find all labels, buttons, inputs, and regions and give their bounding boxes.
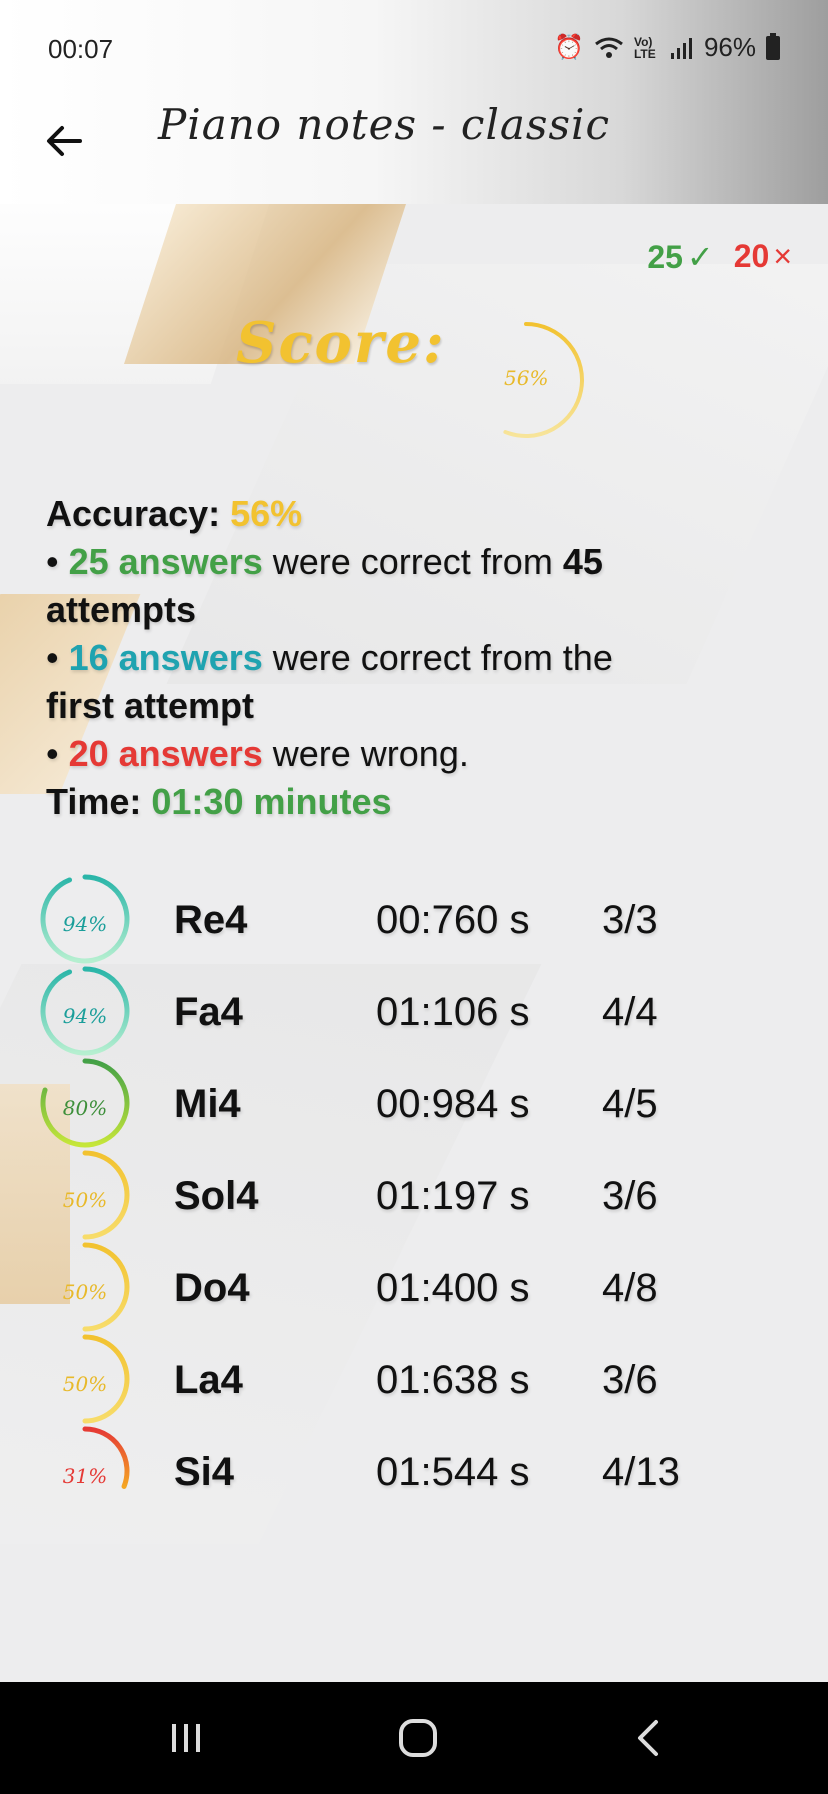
accuracy-line: Accuracy: 56%	[46, 493, 303, 534]
accuracy-value: 56%	[230, 493, 303, 534]
stats-summary: Accuracy: 56% • 25 answers were correct …	[46, 490, 786, 826]
time-line: Time: 01:30 minutes	[46, 781, 392, 822]
back-arrow-icon[interactable]	[40, 116, 90, 166]
notes-list: 94% Re4 00:760 s 3/3 94% Fa4 01:106 s 4/4 80% Mi4…	[40, 874, 800, 1518]
note-fraction: 3/3	[602, 898, 658, 942]
note-fraction: 4/4	[602, 990, 658, 1034]
score-label: Score:	[236, 310, 446, 376]
note-percent: 50%	[62, 1188, 108, 1212]
note-time: 00:760 s	[376, 898, 530, 942]
note-name: Do4	[174, 1266, 250, 1310]
note-time: 00:984 s	[376, 1082, 530, 1126]
note-name: Sol4	[174, 1174, 259, 1218]
note-time: 01:400 s	[376, 1266, 530, 1310]
network-label: Vo) LTE	[633, 34, 656, 61]
alarm-icon: ⏰	[554, 34, 584, 61]
system-nav-bar	[0, 1682, 828, 1794]
note-name: La4	[174, 1358, 243, 1402]
note-time: 01:544 s	[376, 1450, 530, 1494]
note-fraction: 4/5	[602, 1082, 658, 1126]
note-percent: 80%	[62, 1096, 108, 1120]
battery-percent: 96%	[703, 32, 756, 62]
score-ring: 56%	[486, 318, 596, 448]
page-title: Piano notes - classic	[158, 100, 610, 149]
bullet-wrong: • 20 answers were wrong.	[46, 733, 469, 774]
note-row: 80% Mi4 00:984 s 4/5	[40, 1058, 800, 1150]
app-header: 00:07 ⏰ Vo) LTE 96% Piano notes - classi…	[0, 0, 828, 204]
wifi-icon	[595, 37, 623, 58]
note-fraction: 3/6	[602, 1174, 658, 1218]
results-panel: 25 ✓ 20 × Score: 56% Accuracy: 56% • 25 an…	[0, 204, 828, 1682]
note-percent: 94%	[62, 1004, 108, 1028]
bullet-first-attempt: • 16 answers were correct from the first…	[46, 637, 613, 726]
note-fraction: 4/8	[602, 1266, 658, 1310]
back-nav-icon[interactable]	[620, 1710, 680, 1766]
answer-counts: 25 ✓ 20 ×	[647, 238, 792, 276]
note-row: 50% Sol4 01:197 s 3/6	[40, 1150, 800, 1242]
score-value: 56%	[504, 366, 549, 390]
recent-apps-icon[interactable]	[156, 1710, 216, 1766]
note-percent: 50%	[62, 1372, 108, 1396]
note-percent: 31%	[62, 1464, 108, 1488]
note-name: Si4	[174, 1450, 235, 1494]
note-time: 01:197 s	[376, 1174, 530, 1218]
cross-icon: ×	[773, 238, 792, 274]
note-row: 50% Do4 01:400 s 4/8	[40, 1242, 800, 1334]
note-percent: 50%	[62, 1280, 108, 1304]
status-icons: ⏰ Vo) LTE 96%	[554, 32, 780, 63]
correct-count: 25 ✓	[647, 239, 714, 275]
battery-icon	[766, 32, 780, 60]
home-icon[interactable]	[388, 1710, 448, 1766]
note-name: Re4	[174, 898, 248, 942]
time-value: 01:30 minutes	[151, 781, 392, 822]
note-fraction: 4/13	[602, 1450, 680, 1494]
note-row: 94% Re4 00:760 s 3/3	[40, 874, 800, 966]
signal-icon	[670, 37, 692, 59]
note-row: 94% Fa4 01:106 s 4/4	[40, 966, 800, 1058]
bullet-correct: • 25 answers were correct from 45 attempt…	[46, 541, 603, 630]
note-name: Fa4	[174, 990, 243, 1034]
note-fraction: 3/6	[602, 1358, 658, 1402]
wrong-count: 20 ×	[733, 238, 792, 274]
note-time: 01:638 s	[376, 1358, 530, 1402]
note-percent: 94%	[62, 912, 108, 936]
note-row: 50% La4 01:638 s 3/6	[40, 1334, 800, 1426]
status-time: 00:07	[48, 34, 114, 64]
check-icon: ✓	[686, 239, 714, 275]
note-time: 01:106 s	[376, 990, 530, 1034]
note-row: 31% Si4 01:544 s 4/13	[40, 1426, 800, 1518]
note-name: Mi4	[174, 1082, 241, 1126]
